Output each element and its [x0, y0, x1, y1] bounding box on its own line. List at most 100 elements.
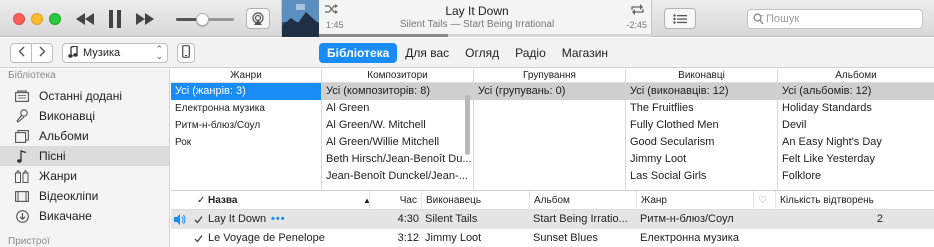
- forward-button[interactable]: [31, 43, 53, 63]
- column-header[interactable]: Виконавці: [626, 69, 777, 83]
- rewind-icon[interactable]: [74, 10, 96, 27]
- tab-radio[interactable]: Радіо: [507, 43, 554, 63]
- phone-icon: [182, 45, 190, 61]
- list-item[interactable]: Fully Clothed Men: [626, 117, 777, 134]
- tab-for-you[interactable]: Для вас: [397, 43, 457, 63]
- list-item[interactable]: Усі (жанрів: 3): [171, 83, 321, 100]
- sidebar-item-recently-added[interactable]: Останні додані: [0, 86, 169, 106]
- tab-store[interactable]: Магазин: [554, 43, 616, 63]
- list-item[interactable]: An Easy Night's Day: [778, 134, 934, 151]
- list-item[interactable]: Good Secularism: [626, 134, 777, 151]
- device-button[interactable]: [177, 43, 195, 63]
- list-item[interactable]: Beth Hirsch/Jean-Benoît Du...: [322, 151, 473, 168]
- checkbox-icon[interactable]: [194, 210, 203, 229]
- list-item[interactable]: Devil: [778, 117, 934, 134]
- microphone-icon: [15, 109, 29, 123]
- genres-column: Жанри Усі (жанрів: 3) Електронна музика …: [171, 69, 322, 190]
- table-row[interactable]: Lay It Down ••• 4:30 Silent Tails Start …: [171, 210, 934, 229]
- song-album: Start Being Irratio...: [533, 213, 628, 225]
- table-row[interactable]: Le Voyage de Penelope 3:12 Jimmy Loot Su…: [171, 229, 934, 247]
- list-item[interactable]: Усі (альбомів: 12): [778, 83, 934, 100]
- header-artist[interactable]: Виконавець: [421, 191, 529, 210]
- sidebar-item-songs[interactable]: Пісні: [0, 146, 169, 166]
- list-item[interactable]: Al Green/Willie Mitchell: [322, 134, 473, 151]
- pause-icon[interactable]: [105, 8, 125, 29]
- sidebar-item-artists[interactable]: Виконавці: [0, 106, 169, 126]
- list-item[interactable]: Jean-Benoît Dunckel/Jean-...: [322, 168, 473, 185]
- song-artist: Jimmy Loot: [425, 232, 482, 244]
- now-playing-title: Lay It Down: [445, 4, 509, 18]
- title-bar: 1:45 Lay It Down Silent Tails — Start Be…: [0, 0, 934, 37]
- maximize-window-button[interactable]: [49, 13, 61, 25]
- song-album: Sunset Blues: [533, 232, 598, 244]
- sidebar-item-label: Викачане: [39, 209, 92, 223]
- column-header[interactable]: Жанри: [171, 69, 321, 83]
- list-icon[interactable]: [664, 8, 696, 29]
- close-window-button[interactable]: [13, 13, 25, 25]
- song-plays: 2: [876, 213, 883, 225]
- column-header[interactable]: Композитори: [322, 69, 473, 83]
- list-item[interactable]: Folklore: [778, 168, 934, 185]
- tab-library[interactable]: Бібліотека: [319, 43, 398, 63]
- airplay-icon[interactable]: [246, 8, 270, 29]
- sidebar: Бібліотека Останні додані Виконавці Альб…: [0, 69, 170, 247]
- sidebar-item-albums[interactable]: Альбоми: [0, 126, 169, 146]
- sidebar-item-label: Виконавці: [39, 109, 95, 123]
- list-item[interactable]: Jimmy Loot: [626, 151, 777, 168]
- playback-progress[interactable]: [319, 34, 651, 37]
- header-genre[interactable]: Жанр: [636, 191, 753, 210]
- list-item[interactable]: The Fruitflies: [626, 100, 777, 117]
- genres-icon: [15, 169, 29, 183]
- column-header[interactable]: Альбоми: [778, 69, 934, 83]
- download-icon: [15, 209, 29, 223]
- sidebar-item-label: Останні додані: [39, 89, 123, 103]
- repeat-icon[interactable]: [629, 3, 645, 15]
- header-time[interactable]: Час: [369, 191, 421, 210]
- sidebar-item-label: Відеокліпи: [39, 189, 99, 203]
- search-input[interactable]: [766, 11, 916, 27]
- tab-browse[interactable]: Огляд: [457, 43, 507, 63]
- speaker-icon: [174, 210, 186, 229]
- header-name[interactable]: Назва: [204, 191, 369, 210]
- minimize-window-button[interactable]: [31, 13, 43, 25]
- now-playing-subtitle[interactable]: Silent Tails — Start Being Irrational: [352, 19, 602, 30]
- list-item[interactable]: Felt Like Yesterday: [778, 151, 934, 168]
- composers-scrollbar[interactable]: [465, 95, 470, 155]
- list-item[interactable]: Усі (композиторів: 8): [322, 83, 473, 100]
- list-item[interactable]: Las Social Girls: [626, 168, 777, 185]
- list-item[interactable]: Al Green: [322, 100, 473, 117]
- sidebar-item-genres[interactable]: Жанри: [0, 166, 169, 186]
- list-item[interactable]: Усі (групувань: 0): [474, 83, 625, 100]
- now-playing-display: 1:45 Lay It Down Silent Tails — Start Be…: [281, 0, 652, 37]
- list-item[interactable]: Al Green/W. Mitchell: [322, 117, 473, 134]
- sidebar-item-downloaded[interactable]: Викачане: [0, 206, 169, 226]
- artists-column: Виконавці Усі (виконавців: 12) The Fruit…: [626, 69, 778, 190]
- list-item[interactable]: Holiday Standards: [778, 100, 934, 117]
- music-note-icon: [68, 44, 78, 61]
- header-plays[interactable]: Кількість відтворень: [775, 191, 887, 210]
- header-album[interactable]: Альбом: [529, 191, 636, 210]
- shuffle-icon[interactable]: [324, 3, 338, 15]
- fast-forward-icon[interactable]: [134, 10, 156, 27]
- more-options-button[interactable]: •••: [271, 210, 286, 229]
- back-button[interactable]: [10, 43, 32, 63]
- checkbox-icon[interactable]: [194, 229, 203, 247]
- library-selector[interactable]: Музика ⌃ ⌄: [62, 43, 168, 63]
- section-tabs: Бібліотека Для вас Огляд Радіо Магазин: [319, 43, 616, 63]
- list-item[interactable]: Усі (виконавців: 12): [626, 83, 777, 100]
- search-field[interactable]: [747, 9, 923, 29]
- column-header[interactable]: Групування: [474, 69, 625, 83]
- chevron-updown-icon: ⌃ ⌄: [155, 44, 163, 61]
- table-header-row: ✓ Назва ▲ Час Виконавець Альбом Жанр ♡ К…: [171, 191, 934, 210]
- composers-column: Композитори Усі (композиторів: 8) Al Gre…: [322, 69, 474, 190]
- list-item[interactable]: Ритм-н-блюз/Соул: [171, 117, 321, 134]
- header-love[interactable]: ♡: [753, 191, 775, 210]
- groupings-column: Групування Усі (групувань: 0): [474, 69, 626, 190]
- sidebar-item-music-videos[interactable]: Відеокліпи: [0, 186, 169, 206]
- music-note-icon: [15, 149, 29, 163]
- album-artwork[interactable]: [282, 0, 319, 37]
- song-time: 4:30: [397, 213, 419, 225]
- volume-knob[interactable]: [196, 13, 210, 26]
- list-item[interactable]: Електронна музика: [171, 100, 321, 117]
- list-item[interactable]: Рок: [171, 134, 321, 151]
